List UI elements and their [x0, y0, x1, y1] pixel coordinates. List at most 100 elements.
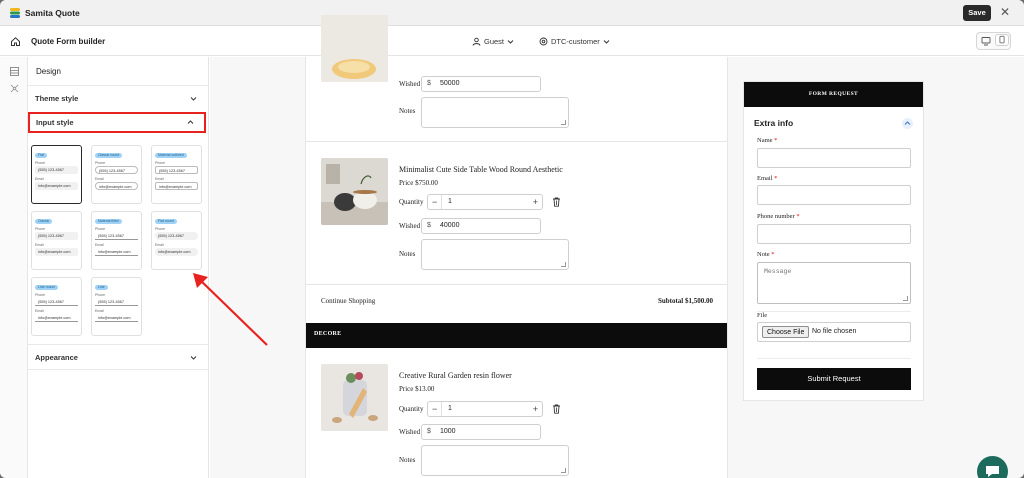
integration-icon[interactable]	[10, 84, 19, 93]
sample-email-field: info@example.com	[35, 182, 78, 190]
email-field[interactable]	[757, 185, 911, 205]
sample-phone-field: (555) 123-4567	[35, 232, 78, 240]
builder-header: Quote Form builder Guest DTC-customer	[0, 27, 1024, 56]
name-field[interactable]	[757, 148, 911, 168]
quantity-increase-button[interactable]: +	[533, 197, 538, 207]
note-placeholder: Message	[764, 268, 792, 275]
sample-email-label: Email	[35, 177, 44, 181]
collection-title: DECORE	[314, 331, 342, 337]
required-mark: *	[796, 213, 800, 220]
customer-select-value: Guest	[484, 37, 505, 46]
cart-preview: Wished price $ 50000 Notes Minimalist Cu…	[305, 15, 728, 478]
sample-phone-field: (555) 123-4567	[35, 298, 78, 306]
quantity-stepper[interactable]: − 1 +	[427, 401, 543, 417]
sample-phone-label: Phone	[155, 227, 166, 231]
input-style-section[interactable]: Input style	[28, 112, 206, 133]
sidebar-divider	[28, 369, 209, 370]
continue-shopping-link[interactable]: Continue Shopping	[321, 297, 375, 305]
product-photo	[321, 158, 388, 225]
input-style-option[interactable]: Material filled Phone (555) 123-4567 Email i…	[91, 211, 142, 270]
file-status: No file chosen	[812, 328, 857, 335]
notes-textarea[interactable]	[421, 445, 569, 476]
input-style-option[interactable]: Flat round Phone (555) 123-4567 Email info@e…	[151, 211, 202, 270]
phone-field[interactable]	[757, 224, 911, 244]
customer-type-select-value: DTC-customer	[551, 37, 600, 46]
sample-phone-field: (555) 123-4567	[95, 166, 138, 174]
collection-header: DECORE	[306, 323, 727, 348]
wished-price-input[interactable]: $ 50000	[421, 76, 541, 92]
input-style-option[interactable]: Line Phone (555) 123-4567 Email info@example…	[91, 277, 142, 336]
product-image	[321, 15, 388, 82]
trash-icon[interactable]	[552, 197, 561, 207]
save-button[interactable]: Save	[963, 5, 991, 21]
input-style-option[interactable]: Line round Phone (555) 123-4567 Email info@e…	[31, 277, 82, 336]
mobile-view-icon[interactable]	[995, 34, 1009, 46]
sidebar-heading: Design	[36, 67, 61, 76]
note-textarea[interactable]: Message	[757, 262, 911, 304]
currency-symbol: $	[427, 428, 431, 435]
chat-icon	[986, 466, 999, 477]
file-input[interactable]: Choose File No file chosen	[757, 322, 911, 342]
quantity-label: Quantity	[399, 405, 424, 413]
home-icon[interactable]	[10, 36, 21, 47]
customer-type-select[interactable]: DTC-customer	[539, 37, 610, 46]
sample-email-field: info@example.com	[155, 182, 198, 190]
customer-select[interactable]: Guest	[472, 37, 514, 46]
phone-label: Phone number *	[757, 213, 800, 220]
name-label-text: Name	[757, 137, 773, 144]
trash-icon[interactable]	[552, 404, 561, 414]
quantity-decrease-button[interactable]: −	[432, 197, 437, 207]
currency-symbol: $	[427, 80, 431, 87]
chevron-down-icon	[507, 40, 514, 44]
submit-request-button[interactable]: Submit Request	[757, 368, 911, 390]
input-style-name: Flat round	[155, 218, 177, 224]
sample-email-field: info@example.com	[95, 314, 138, 322]
sample-email-field: info@example.com	[95, 182, 138, 190]
close-icon[interactable]: ✕	[998, 5, 1012, 19]
quantity-decrease-button[interactable]: −	[432, 404, 437, 414]
desktop-view-icon[interactable]	[979, 35, 993, 47]
app-window: Samita Quote Save ✕ Quote Form builder G…	[0, 0, 1024, 478]
input-style-name: Material outlined	[155, 152, 187, 158]
appearance-label: Appearance	[35, 353, 78, 362]
samita-logo-icon	[10, 8, 20, 18]
notes-textarea[interactable]	[421, 97, 569, 128]
title-bar: Samita Quote Save ✕	[0, 0, 1024, 26]
wished-price-input[interactable]: $ 40000	[421, 218, 541, 234]
form-request-panel: FORM REQUEST Extra info Name * Email * P…	[743, 81, 924, 401]
theme-style-label: Theme style	[35, 94, 79, 103]
input-style-option[interactable]: Flat Phone (555) 123-4567 Email info@example…	[31, 145, 82, 204]
sample-email-field: info@example.com	[35, 314, 78, 322]
input-style-option[interactable]: Classic round Phone (555) 123-4567 Email inf…	[91, 145, 142, 204]
sample-phone-field: (555) 123-4567	[155, 166, 198, 174]
layout-icon[interactable]	[10, 67, 19, 76]
notes-textarea[interactable]	[421, 239, 569, 270]
choose-file-button[interactable]: Choose File	[762, 326, 810, 338]
wished-price-value: 50000	[440, 80, 460, 87]
wished-price-value: 40000	[440, 222, 460, 229]
required-mark: *	[774, 137, 778, 144]
quantity-stepper[interactable]: − 1 +	[427, 194, 543, 210]
wished-price-input[interactable]: $ 1000	[421, 424, 541, 440]
chevron-down-icon	[190, 356, 197, 360]
wished-price-value: 1000	[440, 428, 456, 435]
chat-widget-button[interactable]	[977, 456, 1008, 478]
quantity-label: Quantity	[399, 198, 424, 206]
required-mark: *	[774, 175, 778, 182]
input-style-option[interactable]: Material outlined Phone (555) 123-4567 Emai…	[151, 145, 202, 204]
product-price: Price $13.00	[399, 385, 435, 393]
input-style-name: Classic round	[95, 152, 123, 158]
chevron-down-icon	[603, 40, 610, 44]
user-icon	[472, 37, 481, 46]
appearance-section[interactable]: Appearance	[28, 344, 209, 369]
divider	[306, 284, 727, 285]
divider	[757, 358, 911, 359]
annotation-arrow-icon	[193, 273, 268, 346]
quantity-increase-button[interactable]: +	[533, 404, 538, 414]
theme-style-section[interactable]: Theme style	[28, 85, 209, 110]
sample-email-label: Email	[35, 309, 44, 313]
chevron-up-icon[interactable]	[902, 118, 913, 129]
sample-phone-label: Phone	[155, 161, 166, 165]
quantity-value: 1	[448, 198, 452, 205]
input-style-option[interactable]: Classic Phone (555) 123-4567 Email info@exam…	[31, 211, 82, 270]
